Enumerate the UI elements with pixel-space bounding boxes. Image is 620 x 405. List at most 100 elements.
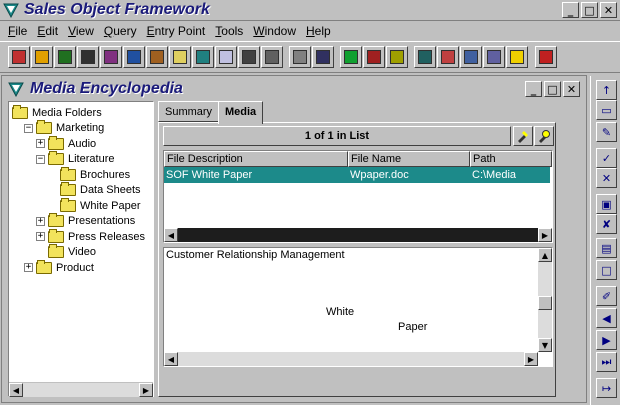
menu-entry-point[interactable]: Entry Point: [142, 24, 211, 38]
child-maximize-button[interactable]: □: [544, 81, 561, 97]
table-row[interactable]: SOF White Paper Wpaper.doc C:\Media: [164, 167, 550, 183]
page-icon[interactable]: □: [596, 260, 617, 280]
expand-icon[interactable]: +: [36, 216, 45, 226]
app-restore-button[interactable]: □: [581, 2, 598, 18]
tree-item[interactable]: − Literature: [36, 151, 115, 167]
collapse-icon[interactable]: −: [36, 154, 45, 164]
tree-item[interactable]: − Marketing: [24, 120, 104, 136]
delete-icon[interactable]: ✕: [596, 168, 617, 188]
picture-button[interactable]: [192, 46, 214, 68]
tree-item[interactable]: + Product: [24, 259, 94, 275]
menu-file[interactable]: File: [3, 24, 32, 38]
folder-open-icon[interactable]: ▭: [596, 100, 617, 120]
contacts-button[interactable]: [8, 46, 30, 68]
copy-icon[interactable]: ▣: [596, 194, 617, 214]
expand-icon[interactable]: +: [36, 232, 45, 241]
list-header: 1 of 1 in List: [163, 126, 554, 146]
tree-item[interactable]: + Audio: [36, 135, 96, 151]
scroll-left-icon[interactable]: ◀: [9, 383, 23, 397]
menu-query[interactable]: Query: [99, 24, 142, 38]
tab-summary[interactable]: Summary: [158, 101, 220, 122]
lightning-button[interactable]: [506, 46, 528, 68]
memo-horizontal-scrollbar[interactable]: ◀ ▶: [164, 352, 538, 366]
column-header-file-description[interactable]: File Description: [164, 151, 348, 167]
memo-viewer[interactable]: Customer Relationship Management White P…: [163, 247, 553, 367]
child-close-button[interactable]: ✕: [563, 81, 580, 97]
money-bag-button[interactable]: [54, 46, 76, 68]
calendar-button[interactable]: [31, 46, 53, 68]
tree-item[interactable]: Brochures: [48, 166, 131, 182]
scroll-right-icon[interactable]: ▶: [538, 228, 552, 242]
tree-item[interactable]: + Press Releases: [36, 228, 145, 244]
phone-button[interactable]: [289, 46, 311, 68]
tree-horizontal-scrollbar[interactable]: ◀ ▶: [9, 382, 153, 397]
pen-icon[interactable]: ✎: [596, 122, 617, 142]
scroll-right-icon[interactable]: ▶: [524, 352, 538, 366]
hierarchy-button[interactable]: [363, 46, 385, 68]
search-icon[interactable]: [534, 126, 554, 146]
exit-button[interactable]: [535, 46, 557, 68]
pen-button[interactable]: [238, 46, 260, 68]
app-title: Sales Object Framework: [24, 1, 210, 18]
check-icon[interactable]: ✓: [596, 148, 617, 168]
app-minimize-button[interactable]: _: [562, 2, 579, 18]
runner-button[interactable]: [77, 46, 99, 68]
exit-door-icon[interactable]: ↦: [596, 378, 617, 398]
notepad-button[interactable]: [169, 46, 191, 68]
tree-item-label: Brochures: [80, 168, 131, 181]
calculator-button[interactable]: [483, 46, 505, 68]
notes-button[interactable]: [215, 46, 237, 68]
projector-button[interactable]: [312, 46, 334, 68]
tree-item[interactable]: + Presentations: [36, 213, 135, 229]
memo-vertical-scrollbar[interactable]: ▲ ▼: [538, 248, 552, 352]
scroll-thumb[interactable]: [538, 296, 552, 310]
menu-window[interactable]: Window: [248, 24, 301, 38]
menu-view[interactable]: View: [63, 24, 99, 38]
child-minimize-button[interactable]: _: [525, 81, 542, 97]
cancel-icon[interactable]: ✘: [596, 214, 617, 234]
bar-chart-button[interactable]: [386, 46, 408, 68]
column-header-path[interactable]: Path: [470, 151, 552, 167]
tree-item[interactable]: Media Folders: [12, 104, 102, 120]
tree-item[interactable]: White Paper: [48, 197, 141, 213]
chart-button[interactable]: [123, 46, 145, 68]
tree-item-label: Video: [68, 246, 96, 258]
expand-icon[interactable]: +: [36, 139, 45, 148]
scroll-left-icon[interactable]: ◀: [164, 352, 178, 366]
arrow-up-icon[interactable]: ↑: [596, 80, 617, 100]
menu-tools[interactable]: Tools: [210, 24, 248, 38]
app-close-button[interactable]: ✕: [600, 2, 617, 18]
grid-horizontal-scrollbar[interactable]: ◀ ▶: [164, 228, 552, 242]
paste-icon[interactable]: ▤: [596, 238, 617, 258]
suitcase-button[interactable]: [146, 46, 168, 68]
tree-item[interactable]: Video: [36, 244, 96, 260]
column-header-file-name[interactable]: File Name: [348, 151, 470, 167]
menu-edit[interactable]: Edit: [32, 24, 63, 38]
tree-item[interactable]: Data Sheets: [48, 182, 141, 198]
scroll-up-icon[interactable]: ▲: [538, 248, 552, 262]
scroll-right-icon[interactable]: ▶: [139, 383, 153, 397]
tree-item-label: Literature: [68, 153, 115, 165]
collapse-icon[interactable]: −: [24, 123, 33, 133]
scroll-left-icon[interactable]: ◀: [164, 228, 178, 242]
flashlight-icon[interactable]: [513, 126, 533, 146]
next-icon[interactable]: ▶: [596, 330, 617, 350]
paperclip-icon[interactable]: ✐: [596, 286, 617, 306]
dollar-button[interactable]: [340, 46, 362, 68]
form-button[interactable]: [437, 46, 459, 68]
money-bag-icon: [58, 50, 72, 64]
globe-button[interactable]: [414, 46, 436, 68]
expand-icon[interactable]: +: [24, 263, 33, 272]
person-button[interactable]: [100, 46, 122, 68]
folder-icon: [48, 244, 64, 258]
prev-icon[interactable]: ◀: [596, 308, 617, 328]
child-title: Media Encyclopedia: [30, 80, 183, 97]
scroll-down-icon[interactable]: ▼: [538, 338, 552, 352]
last-icon[interactable]: ⏭: [596, 352, 617, 372]
menu-help[interactable]: Help: [301, 24, 336, 38]
list-button[interactable]: [460, 46, 482, 68]
tab-media[interactable]: Media: [218, 101, 264, 124]
folder-icon: [60, 197, 76, 212]
contacts-icon: [12, 50, 26, 64]
mail-button[interactable]: [261, 46, 283, 68]
